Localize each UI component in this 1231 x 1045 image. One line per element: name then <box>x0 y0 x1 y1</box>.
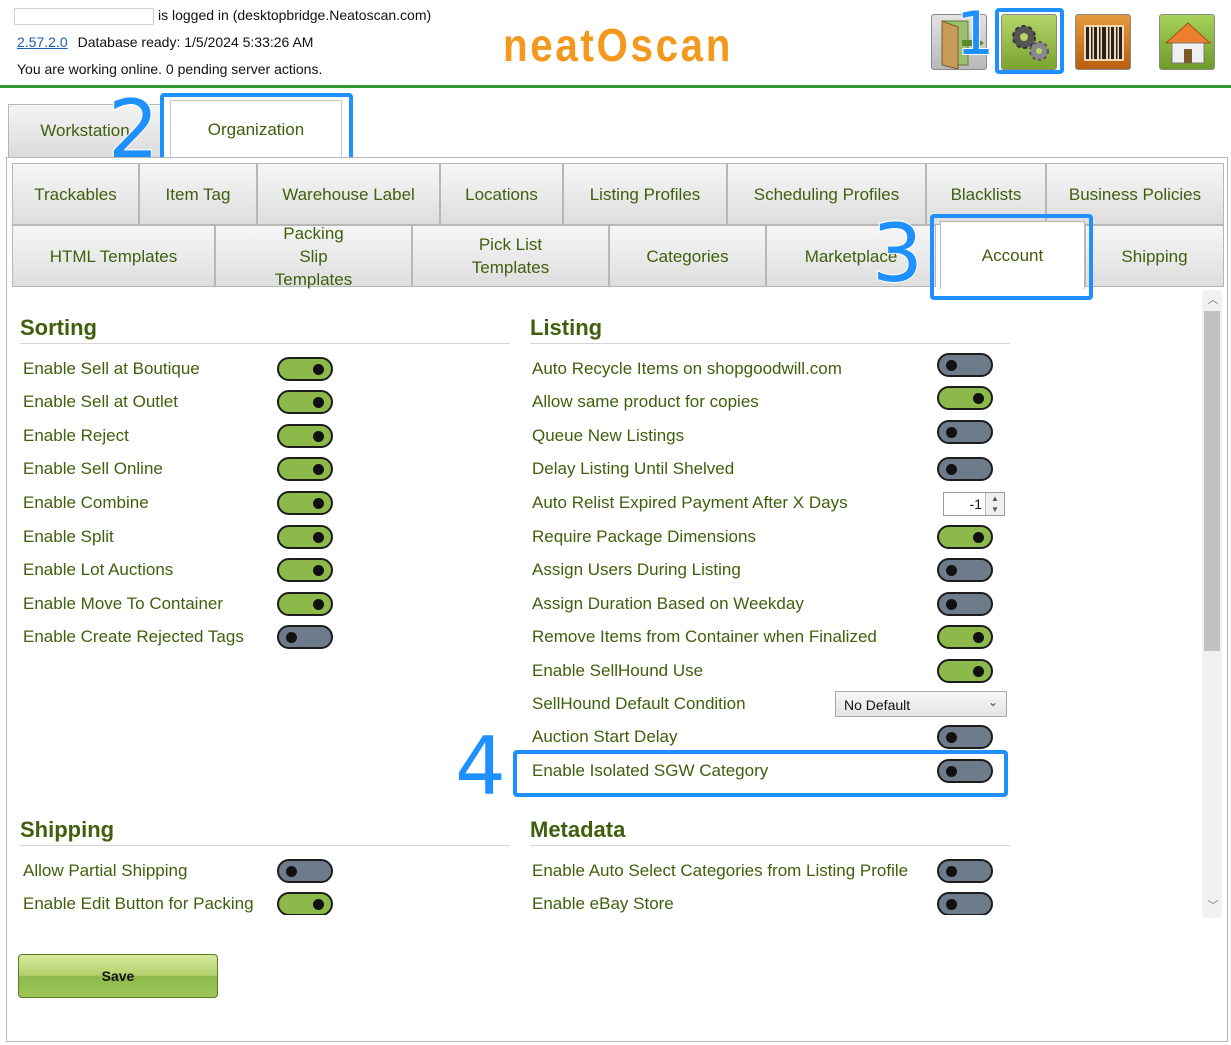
online-status: You are working online. 0 pending server… <box>17 61 323 77</box>
setting-label: Enable Sell at Outlet <box>23 392 178 411</box>
setting-label: Enable Lot Auctions <box>23 560 174 579</box>
scroll-down-icon[interactable]: ﹀ <box>1205 898 1221 914</box>
setting-label: Allow Partial Shipping <box>23 861 188 880</box>
database-status: Database ready: 1/5/2024 5:33:26 AM <box>77 34 314 50</box>
setting-label: Assign Duration Based on Weekday <box>532 594 804 613</box>
toggle-enable-create-rejected-tags[interactable] <box>277 625 333 649</box>
version-line: 2.57.2.0 Database ready: 1/5/2024 5:33:26… <box>17 34 313 50</box>
setting-label: Enable Edit Button for Packing <box>23 894 254 913</box>
toggle-enable-reject[interactable] <box>277 424 333 448</box>
tab-locations[interactable]: Locations <box>440 163 563 225</box>
annotation-number-1: 1 <box>955 0 995 69</box>
section-divider <box>20 845 510 846</box>
chevron-down-icon: ⌄ <box>987 695 998 709</box>
tab-item-tag[interactable]: Item Tag <box>139 163 257 225</box>
setting-label: Require Package Dimensions <box>532 527 756 546</box>
section-title-shipping: Shipping <box>20 817 115 842</box>
annotation-number-3: 3 <box>871 207 924 300</box>
setting-label: Delay Listing Until Shelved <box>532 459 735 478</box>
tab-categories[interactable]: Categories <box>609 225 766 287</box>
tab-packing-slip-templates[interactable]: Packing Slip Templates <box>215 224 412 289</box>
section-divider <box>20 343 510 344</box>
version-link[interactable]: 2.57.2.0 <box>17 34 68 50</box>
tab-warehouse-label[interactable]: Warehouse Label <box>257 163 440 225</box>
toggle-auction-start-delay[interactable] <box>937 725 993 749</box>
stepper-up-icon[interactable]: ▲ <box>986 493 1004 504</box>
annotation-number-4: 4 <box>454 720 507 813</box>
save-button[interactable]: Save <box>18 954 218 998</box>
account-settings-content: Sorting Enable Sell at Boutique Enable S… <box>10 287 1203 915</box>
setting-label: Assign Users During Listing <box>532 560 741 579</box>
stepper-value: -1 <box>969 496 982 512</box>
toggle-enable-sell-at-outlet[interactable] <box>277 390 333 414</box>
section-title-sorting: Sorting <box>20 315 97 340</box>
toggle-delay-listing-until-shelved[interactable] <box>937 457 993 481</box>
setting-label: Enable Combine <box>23 493 149 512</box>
setting-label: Enable eBay Store <box>532 894 674 913</box>
toggle-enable-combine[interactable] <box>277 491 333 515</box>
annotation-box-1 <box>995 8 1064 74</box>
tab-pick-list-templates[interactable]: Pick List Templates <box>412 225 609 287</box>
toggle-require-package-dimensions[interactable] <box>937 525 993 549</box>
annotation-box-4 <box>513 750 1008 797</box>
setting-label: Queue New Listings <box>532 426 685 445</box>
toggle-enable-edit-button-for-packing[interactable] <box>277 892 333 915</box>
toggle-enable-ebay-store[interactable] <box>937 892 993 915</box>
setting-label: Auction Start Delay <box>532 727 678 746</box>
section-title-metadata: Metadata <box>530 817 626 842</box>
stepper-down-icon[interactable]: ▼ <box>986 504 1004 515</box>
setting-label: Enable Sell Online <box>23 459 163 478</box>
toggle-enable-auto-select-categories[interactable] <box>937 859 993 883</box>
logged-in-status: is logged in (desktopbridge.Neatoscan.co… <box>158 7 432 23</box>
section-title-listing: Listing <box>530 315 603 340</box>
section-divider <box>530 845 1010 846</box>
select-value: No Default <box>844 697 911 713</box>
toggle-enable-split[interactable] <box>277 525 333 549</box>
tab-listing-profiles[interactable]: Listing Profiles <box>563 163 727 225</box>
setting-label: Enable Reject <box>23 426 129 445</box>
setting-label: Enable Create Rejected Tags <box>23 627 244 646</box>
toggle-enable-sell-online[interactable] <box>277 457 333 481</box>
setting-label: Enable Move To Container <box>23 594 224 613</box>
tab-shipping[interactable]: Shipping <box>1085 225 1224 287</box>
scroll-up-icon[interactable]: ︿ <box>1205 292 1221 308</box>
toggle-remove-items-from-container[interactable] <box>937 625 993 649</box>
setting-label: Auto Relist Expired Payment After X Days <box>532 493 848 512</box>
toggle-allow-partial-shipping[interactable] <box>277 859 333 883</box>
setting-label: Enable SellHound Use <box>532 661 704 680</box>
home-icon[interactable] <box>1159 14 1215 70</box>
username-field <box>14 8 154 25</box>
toggle-enable-sellhound-use[interactable] <box>937 659 993 683</box>
tab-html-templates[interactable]: HTML Templates <box>12 225 215 287</box>
toggle-enable-sell-at-boutique[interactable] <box>277 357 333 381</box>
logo-text: neatOscan <box>503 19 733 71</box>
scrollbar-thumb[interactable] <box>1204 311 1220 651</box>
toggle-assign-duration-based-on-weekday[interactable] <box>937 592 993 616</box>
sellhound-condition-select[interactable]: No Default ⌄ <box>835 691 1007 717</box>
toggle-queue-new-listings[interactable] <box>937 420 993 444</box>
app-header: is logged in (desktopbridge.Neatoscan.co… <box>0 0 1231 88</box>
setting-label: Enable Split <box>23 527 114 546</box>
toggle-assign-users-during-listing[interactable] <box>937 558 993 582</box>
setting-label: SellHound Default Condition <box>532 694 746 713</box>
toggle-enable-move-to-container[interactable] <box>277 592 333 616</box>
annotation-box-2 <box>160 93 353 167</box>
tab-trackables[interactable]: Trackables <box>12 163 139 225</box>
setting-label: Allow same product for copies <box>532 392 759 411</box>
setting-label: Remove Items from Container when Finaliz… <box>532 627 877 646</box>
toggle-auto-recycle-items[interactable] <box>937 353 993 377</box>
toggle-enable-lot-auctions[interactable] <box>277 558 333 582</box>
section-divider <box>530 343 1010 344</box>
auto-relist-days-stepper[interactable]: -1 ▲ ▼ <box>943 492 1005 516</box>
barcode-icon[interactable] <box>1075 14 1131 70</box>
setting-label: Auto Recycle Items on shopgoodwill.com <box>532 359 842 378</box>
setting-label: Enable Sell at Boutique <box>23 359 200 378</box>
toggle-allow-same-product-for-copies[interactable] <box>937 386 993 410</box>
neatoscan-logo: neatOscan <box>503 19 733 71</box>
setting-label: Enable Auto Select Categories from Listi… <box>532 861 909 880</box>
